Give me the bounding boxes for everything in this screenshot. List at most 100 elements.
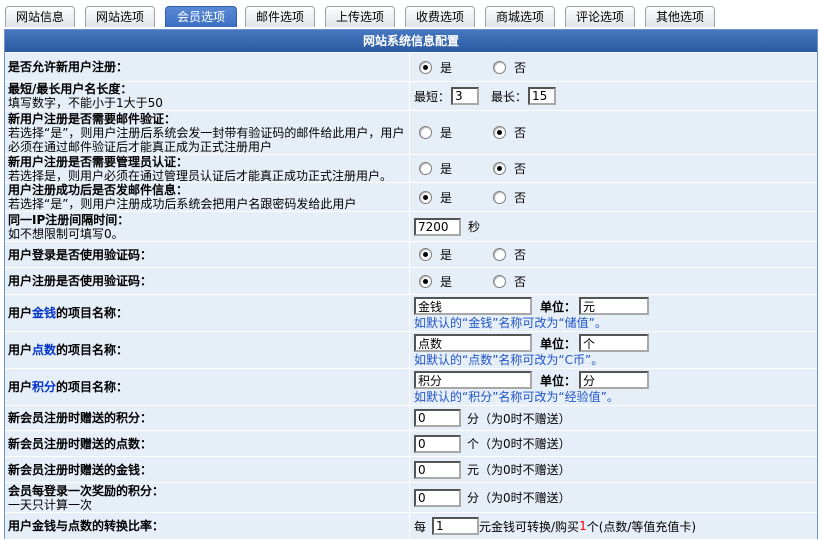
login-captcha-no-option[interactable]: 否 bbox=[493, 246, 567, 263]
point-name-input[interactable] bbox=[414, 334, 532, 352]
setting-row-register-captcha: 用户注册是否使用验证码： 是 否 bbox=[5, 268, 817, 294]
admin-verify-no-option[interactable]: 否 bbox=[493, 160, 567, 177]
min-length-label: 最短： bbox=[414, 89, 451, 104]
setting-row-money-name: 用户金钱的项目名称： 单位： 如默认的“金钱”名称可改为“储值”。 bbox=[5, 295, 817, 331]
money-unit-input[interactable] bbox=[579, 297, 650, 315]
setting-label-cell: 用户点数的项目名称： bbox=[5, 332, 409, 368]
register-captcha-no-radio[interactable] bbox=[493, 274, 506, 288]
allow-register-yes-radio[interactable] bbox=[419, 60, 432, 74]
setting-value-cell: 分（为0时不赠送） bbox=[410, 483, 817, 512]
setting-label: 用户注册成功后是否发邮件信息： bbox=[8, 183, 189, 197]
setting-label-cell: 新会员注册时赠送的积分： bbox=[5, 406, 409, 430]
setting-label-cell: 同一IP注册间隔时间： 如不想限制可填写0。 bbox=[5, 212, 409, 241]
exchange-rate-input[interactable] bbox=[432, 517, 480, 535]
label-prefix: 用户 bbox=[8, 380, 33, 394]
label-suffix: 的项目名称： bbox=[56, 306, 129, 320]
allow-register-no-radio[interactable] bbox=[493, 60, 506, 74]
welcome-mail-no-option[interactable]: 否 bbox=[493, 189, 567, 206]
admin-verify-no-radio[interactable] bbox=[493, 162, 506, 175]
option-label-no: 否 bbox=[514, 126, 527, 140]
settings-panel: 网站系统信息配置 是否允许新用户注册： 是 否 最短/最长用户名长度： 填写数字… bbox=[4, 29, 818, 539]
ip-interval-unit: 秒 bbox=[468, 220, 481, 234]
login-captcha-yes-radio[interactable] bbox=[419, 248, 432, 261]
email-verify-yes-option[interactable]: 是 bbox=[419, 124, 493, 141]
option-label-yes: 是 bbox=[440, 126, 453, 140]
email-verify-no-radio[interactable] bbox=[493, 126, 506, 139]
tab-site-options[interactable]: 网站选项 bbox=[85, 6, 155, 27]
money-name-input[interactable] bbox=[414, 297, 532, 315]
tab-upload-options[interactable]: 上传选项 bbox=[325, 6, 395, 27]
login-reward-note: 分（为0时不赠送） bbox=[467, 491, 571, 505]
setting-label: 最短/最长用户名长度： bbox=[8, 82, 133, 96]
setting-label: 新用户注册是否需要管理员认证： bbox=[8, 154, 189, 169]
welcome-mail-yes-option[interactable]: 是 bbox=[419, 189, 493, 206]
setting-label: 会员每登录一次奖励的积分： bbox=[8, 483, 165, 498]
email-verify-yes-radio[interactable] bbox=[419, 126, 432, 139]
allow-register-yes-option[interactable]: 是 bbox=[419, 59, 493, 76]
label-highlight: 金钱 bbox=[32, 306, 57, 320]
option-label-no: 否 bbox=[514, 274, 527, 289]
admin-verify-yes-radio[interactable] bbox=[419, 162, 432, 175]
login-reward-input[interactable] bbox=[414, 488, 461, 507]
register-points-note: 个（为0时不赠送） bbox=[467, 437, 571, 451]
setting-label: 新会员注册时赠送的点数： bbox=[8, 436, 153, 451]
setting-row-ip-interval: 同一IP注册间隔时间： 如不想限制可填写0。 秒 bbox=[5, 212, 817, 241]
option-label-yes: 是 bbox=[440, 274, 453, 289]
setting-row-point-name: 用户点数的项目名称： 单位： 如默认的“点数”名称可改为“C币”。 bbox=[5, 332, 817, 368]
setting-value-cell: 单位： 如默认的“点数”名称可改为“C币”。 bbox=[410, 332, 817, 368]
setting-label-cell: 新用户注册是否需要邮件验证： 若选择“是”，则用户注册后系统会发一封带有验证码的… bbox=[5, 111, 409, 154]
setting-row-allow-register: 是否允许新用户注册： 是 否 bbox=[5, 53, 817, 81]
setting-value-cell: 是 否 bbox=[410, 155, 817, 182]
option-label-yes: 是 bbox=[440, 190, 453, 205]
setting-label: 新用户注册是否需要邮件验证： bbox=[8, 111, 177, 126]
setting-row-welcome-mail: 用户注册成功后是否发邮件信息： 若选择“是”，则用户注册成功后系统会把用户名跟密… bbox=[5, 183, 817, 211]
setting-row-username-length: 最短/最长用户名长度： 填写数字，不能小于1大于50 最短： 最长： bbox=[5, 82, 817, 110]
money-name-fields: 单位： bbox=[414, 297, 650, 316]
setting-value-cell: 分（为0时不赠送） bbox=[410, 406, 817, 430]
email-verify-no-option[interactable]: 否 bbox=[493, 124, 567, 141]
setting-hint: 若选择“是”，则用户注册后系统会发一封带有验证码的邮件给此用户，用户必须在通过邮… bbox=[8, 125, 405, 154]
register-score-input[interactable] bbox=[414, 409, 461, 427]
money-name-hint: 如默认的“金钱”名称可改为“储值”。 bbox=[414, 315, 607, 330]
welcome-mail-no-radio[interactable] bbox=[493, 190, 506, 204]
setting-value-cell: 单位： 如默认的“积分”名称可改为“经验值”。 bbox=[410, 369, 817, 405]
allow-register-no-option[interactable]: 否 bbox=[493, 59, 567, 76]
register-money-note: 元（为0时不赠送） bbox=[467, 463, 571, 477]
tab-member-options[interactable]: 会员选项 bbox=[165, 6, 237, 27]
label-suffix: 的项目名称： bbox=[56, 343, 129, 357]
tab-shop-options[interactable]: 商城选项 bbox=[485, 6, 555, 27]
ip-interval-input[interactable] bbox=[414, 217, 461, 236]
setting-value-cell: 个（为0时不赠送） bbox=[410, 431, 817, 456]
tab-other-options[interactable]: 其他选项 bbox=[645, 6, 715, 27]
score-unit-input[interactable] bbox=[579, 371, 650, 389]
register-captcha-yes-option[interactable]: 是 bbox=[419, 273, 493, 290]
tab-mail-options[interactable]: 邮件选项 bbox=[245, 6, 315, 27]
admin-verify-yes-option[interactable]: 是 bbox=[419, 160, 493, 177]
register-captcha-yes-radio[interactable] bbox=[419, 274, 432, 288]
max-length-input[interactable] bbox=[528, 87, 557, 105]
setting-hint: 若选择是，则用户必须在通过管理员认证后才能真正成功正式注册用户。 bbox=[8, 168, 393, 183]
login-captcha-no-radio[interactable] bbox=[493, 248, 506, 261]
login-captcha-yes-option[interactable]: 是 bbox=[419, 246, 493, 263]
setting-value-cell: 是 否 bbox=[410, 242, 817, 267]
register-money-input[interactable] bbox=[414, 460, 461, 479]
option-label-no: 否 bbox=[514, 162, 527, 176]
point-unit-input[interactable] bbox=[579, 334, 650, 352]
register-captcha-no-option[interactable]: 否 bbox=[493, 273, 567, 290]
setting-value-cell: 是 否 bbox=[410, 111, 817, 154]
setting-row-admin-verify: 新用户注册是否需要管理员认证： 若选择是，则用户必须在通过管理员认证后才能真正成… bbox=[5, 154, 817, 183]
score-name-input[interactable] bbox=[414, 371, 532, 389]
tab-fee-options[interactable]: 收费选项 bbox=[405, 6, 475, 27]
min-length-input[interactable] bbox=[451, 87, 480, 105]
setting-label-cell: 新会员注册时赠送的金钱： bbox=[5, 457, 409, 482]
setting-label: 用户登录是否使用验证码： bbox=[8, 247, 153, 262]
exchange-suffix: 个(点数/等值充值卡) bbox=[586, 519, 697, 534]
tab-comment-options[interactable]: 评论选项 bbox=[565, 6, 635, 27]
point-unit-label: 单位： bbox=[540, 336, 577, 351]
setting-value-cell: 最短： 最长： bbox=[410, 82, 817, 110]
tab-site-info[interactable]: 网站信息 bbox=[5, 6, 75, 27]
welcome-mail-yes-radio[interactable] bbox=[419, 190, 432, 204]
setting-label: 新会员注册时赠送的积分： bbox=[8, 411, 153, 425]
label-prefix: 用户 bbox=[8, 306, 33, 320]
register-points-input[interactable] bbox=[414, 434, 461, 453]
